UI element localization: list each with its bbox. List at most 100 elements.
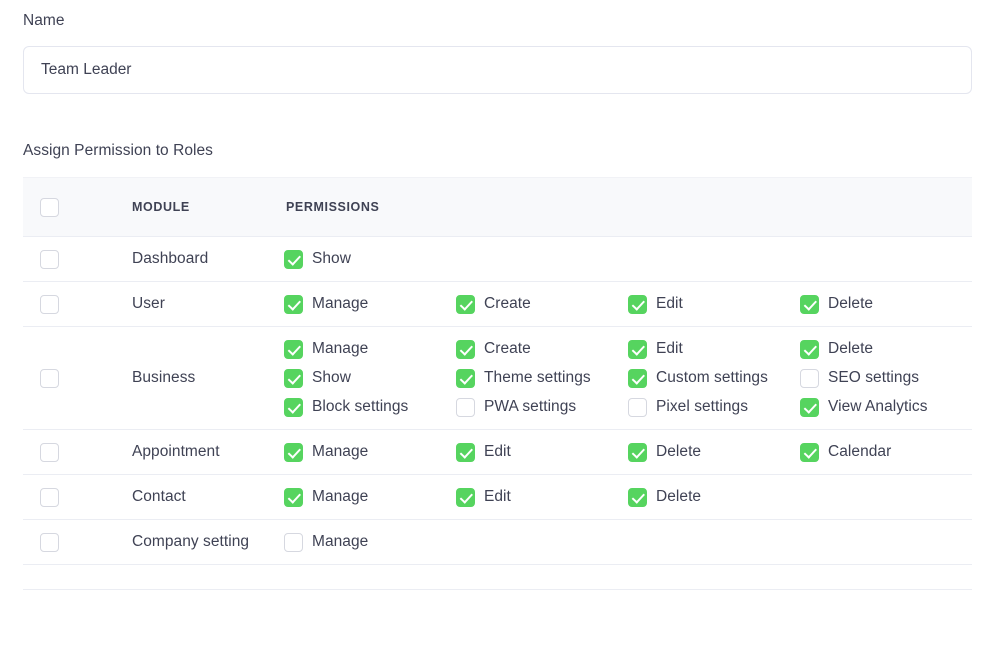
table-row: Dashboard Show	[23, 236, 972, 282]
permission-item[interactable]: Edit	[628, 294, 800, 314]
permissions-table: MODULE PERMISSIONS Dashboard Show User Mana…	[23, 177, 972, 590]
permissions-cell: Show	[284, 236, 972, 282]
row-select-checkbox[interactable]	[40, 249, 59, 269]
permission-item[interactable]: Delete	[800, 294, 972, 314]
permission-item[interactable]: Delete	[628, 442, 800, 462]
permission-checkbox[interactable]	[628, 339, 647, 359]
permission-label: View Analytics	[828, 398, 928, 415]
permission-label: PWA settings	[484, 398, 577, 415]
permission-checkbox[interactable]	[800, 339, 819, 359]
permission-label: Edit	[484, 488, 511, 505]
permissions-column-header: PERMISSIONS	[284, 177, 972, 237]
permission-checkbox[interactable]	[628, 294, 647, 314]
name-input[interactable]	[23, 46, 972, 94]
permission-label: Edit	[656, 295, 683, 312]
permission-checkbox[interactable]	[800, 442, 819, 462]
permission-item[interactable]: PWA settings	[456, 397, 628, 417]
permission-item[interactable]: Create	[456, 294, 628, 314]
permission-item[interactable]: Theme settings	[456, 368, 628, 388]
permission-item[interactable]: Pixel settings	[628, 397, 800, 417]
permission-checkbox[interactable]	[284, 397, 303, 417]
row-select-checkbox[interactable]	[40, 532, 59, 552]
permission-label: Delete	[656, 488, 702, 505]
permission-label: Manage	[312, 533, 369, 550]
permission-checkbox[interactable]	[800, 397, 819, 417]
permission-item[interactable]: Manage	[284, 339, 456, 359]
permission-checkbox[interactable]	[456, 294, 475, 314]
table-row: Appointment Manage Edit Delete Calendar	[23, 429, 972, 475]
table-row: Business Manage Create Edit Delete Show Theme …	[23, 326, 972, 430]
module-name-cell: Contact	[132, 474, 284, 520]
permission-label: Manage	[312, 488, 369, 505]
permission-checkbox[interactable]	[628, 368, 647, 388]
permission-checkbox[interactable]	[284, 294, 303, 314]
permission-checkbox[interactable]	[284, 249, 303, 269]
module-name-cell	[132, 564, 284, 590]
permission-label: Delete	[828, 295, 874, 312]
permission-item[interactable]: Edit	[456, 442, 628, 462]
permission-item[interactable]: Create	[456, 339, 628, 359]
permission-item[interactable]: Edit	[456, 487, 628, 507]
permission-label: Custom settings	[656, 369, 768, 386]
permission-checkbox[interactable]	[628, 397, 647, 417]
row-select-checkbox[interactable]	[40, 368, 59, 388]
permission-checkbox[interactable]	[628, 487, 647, 507]
permission-checkbox[interactable]	[628, 442, 647, 462]
row-select-cell	[23, 236, 132, 282]
permission-item[interactable]: Delete	[800, 339, 972, 359]
permission-checkbox[interactable]	[456, 442, 475, 462]
module-name-cell: Appointment	[132, 429, 284, 475]
row-select-checkbox[interactable]	[40, 442, 59, 462]
permission-item[interactable]: Manage	[284, 532, 456, 552]
permission-label: Pixel settings	[656, 398, 749, 415]
permission-item[interactable]: SEO settings	[800, 368, 972, 388]
permission-grid: Manage Edit Delete Calendar	[284, 442, 972, 462]
permission-checkbox[interactable]	[284, 339, 303, 359]
row-select-checkbox[interactable]	[40, 487, 59, 507]
permission-checkbox[interactable]	[456, 397, 475, 417]
permission-checkbox[interactable]	[284, 532, 303, 552]
permission-checkbox[interactable]	[284, 487, 303, 507]
permission-label: Theme settings	[484, 369, 591, 386]
select-all-checkbox[interactable]	[40, 197, 59, 217]
permission-label: Delete	[656, 443, 702, 460]
permission-label: SEO settings	[828, 369, 920, 386]
permission-checkbox[interactable]	[284, 368, 303, 388]
module-column-header: MODULE	[132, 177, 284, 237]
permission-label: Manage	[312, 443, 369, 460]
module-name-cell: Dashboard	[132, 236, 284, 282]
permissions-cell: Manage	[284, 519, 972, 565]
permissions-cell: Manage Create Edit Delete Show Theme settings…	[284, 326, 972, 430]
permission-checkbox[interactable]	[284, 442, 303, 462]
permission-item[interactable]: Manage	[284, 487, 456, 507]
row-select-cell	[23, 564, 132, 590]
permission-item[interactable]: Manage	[284, 294, 456, 314]
row-select-cell	[23, 429, 132, 475]
permissions-cell: Manage Create Edit Delete	[284, 281, 972, 327]
permission-item[interactable]: Edit	[628, 339, 800, 359]
permission-item[interactable]: View Analytics	[800, 397, 972, 417]
permission-item[interactable]: Block settings	[284, 397, 456, 417]
permissions-table-body: Dashboard Show User Manage Create Edit Delete B…	[23, 236, 972, 590]
permission-item[interactable]: Show	[284, 249, 456, 269]
permission-item[interactable]: Calendar	[800, 442, 972, 462]
permissions-table-head: MODULE PERMISSIONS	[23, 177, 972, 237]
permission-item[interactable]: Manage	[284, 442, 456, 462]
row-select-checkbox[interactable]	[40, 294, 59, 314]
permission-checkbox[interactable]	[456, 368, 475, 388]
role-permission-form: Name Assign Permission to Roles MODULE P…	[0, 0, 991, 671]
row-select-cell	[23, 519, 132, 565]
table-header-row: MODULE PERMISSIONS	[23, 177, 972, 237]
permission-item[interactable]: Custom settings	[628, 368, 800, 388]
permission-checkbox[interactable]	[456, 487, 475, 507]
permission-checkbox[interactable]	[800, 294, 819, 314]
permission-checkbox[interactable]	[456, 339, 475, 359]
row-select-cell	[23, 326, 132, 430]
table-row: Contact Manage Edit Delete	[23, 474, 972, 520]
permission-item[interactable]: Show	[284, 368, 456, 388]
permission-item[interactable]: Delete	[628, 487, 800, 507]
table-row	[23, 564, 972, 590]
permission-label: Edit	[656, 340, 683, 357]
permission-grid: Manage	[284, 532, 972, 552]
permission-checkbox[interactable]	[800, 368, 819, 388]
